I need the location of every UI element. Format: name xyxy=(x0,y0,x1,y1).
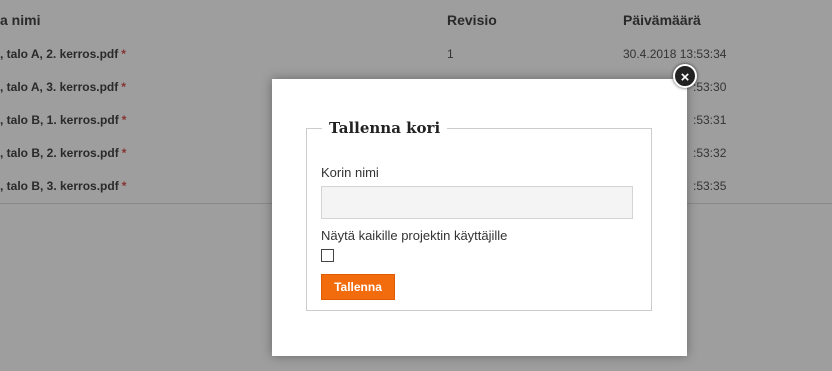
share-checkbox[interactable] xyxy=(321,249,334,262)
share-label: Näytä kaikille projektin käyttäjille xyxy=(321,228,508,243)
basket-name-input[interactable] xyxy=(321,186,633,219)
basket-name-label: Korin nimi xyxy=(321,165,379,180)
dialog-title: Tallenna kori xyxy=(329,119,441,137)
save-basket-dialog: Tallenna kori Korin nimi Näytä kaikille … xyxy=(272,79,687,356)
close-icon[interactable]: × xyxy=(673,64,697,88)
save-button[interactable]: Tallenna xyxy=(321,274,395,300)
